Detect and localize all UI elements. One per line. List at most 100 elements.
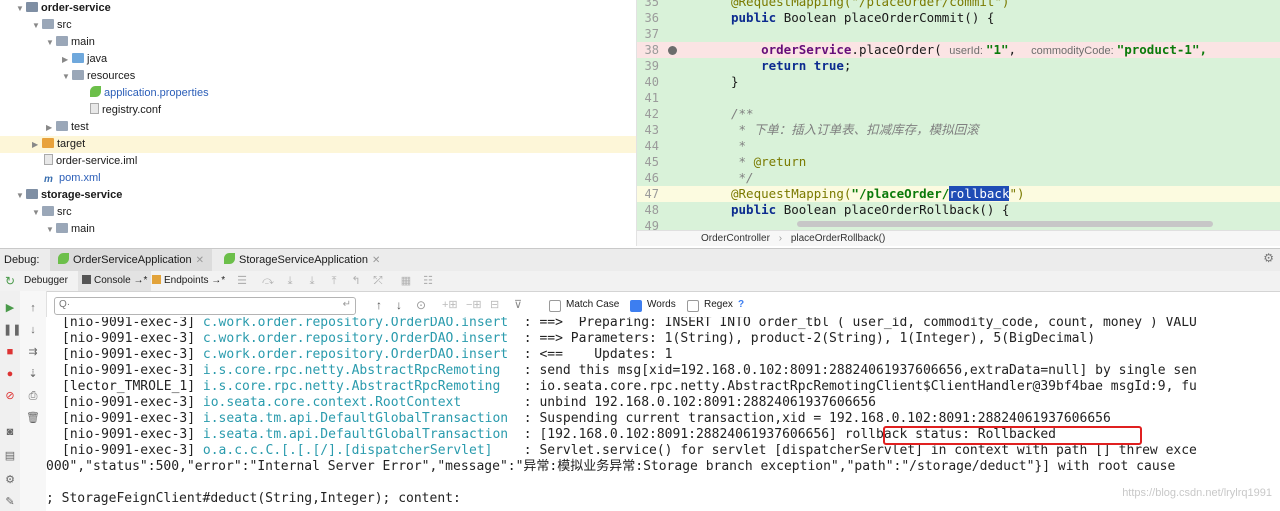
view-breakpoints-icon[interactable]: ● xyxy=(3,367,17,381)
settings-icon[interactable]: ⚙ xyxy=(3,473,17,487)
tree-item[interactable]: ▼ main xyxy=(0,34,636,51)
code-line[interactable]: 40} xyxy=(637,74,1280,90)
run-to-cursor-icon[interactable]: ⤱ xyxy=(372,275,384,287)
log-logger[interactable]: i.seata.tm.api.DefaultGlobalTransaction xyxy=(203,427,516,442)
clear-all-icon[interactable]: 🗑 xyxy=(26,411,40,425)
code-line[interactable]: 46 */ xyxy=(637,170,1280,186)
log-logger[interactable]: i.s.core.rpc.netty.AbstractRpcRemoting xyxy=(203,363,516,378)
select-all-occurrences-icon[interactable]: ⊟ xyxy=(490,298,499,311)
regex-checkbox[interactable] xyxy=(687,300,699,312)
rerun-icon[interactable]: ↻ xyxy=(5,274,15,288)
line-number[interactable]: 42 xyxy=(637,106,659,122)
pause-icon[interactable]: ❚❚ xyxy=(3,323,21,337)
next-occurrence-icon[interactable]: ↓ xyxy=(396,298,402,312)
code-editor[interactable]: 35 @RequestMapping("/placeOrder/commit") 3… xyxy=(636,0,1280,246)
pin-icon[interactable]: ✎ xyxy=(3,495,17,509)
chevron-down-icon[interactable]: ▼ xyxy=(62,68,72,85)
remove-occurrence-icon[interactable]: −⊞ xyxy=(466,298,482,311)
find-all-icon[interactable]: ⊙ xyxy=(416,298,426,312)
line-number[interactable]: 37 xyxy=(637,26,659,42)
tree-item[interactable]: ▼ src xyxy=(0,204,636,221)
line-number[interactable]: 43 xyxy=(637,122,659,138)
line-number[interactable]: 36 xyxy=(637,10,659,26)
words-checkbox[interactable] xyxy=(630,300,642,312)
chevron-down-icon[interactable]: ▼ xyxy=(32,17,42,34)
line-number[interactable]: 35 xyxy=(637,0,659,10)
chevron-down-icon[interactable]: ▼ xyxy=(32,204,42,221)
tab-order-service-application[interactable]: OrderServiceApplication ✕ xyxy=(50,249,213,271)
scroll-to-end-icon[interactable]: ⇣ xyxy=(26,367,40,381)
code-line[interactable]: 48 public Boolean placeOrderRollback() { xyxy=(637,202,1280,218)
search-input[interactable]: Q· ↵ xyxy=(54,297,356,315)
tab-debugger[interactable]: Debugger xyxy=(24,271,68,291)
code-line[interactable]: 39 return true; xyxy=(637,58,1280,74)
code-line[interactable]: 47 @RequestMapping("/placeOrder/rollback"… xyxy=(637,186,1280,202)
code-line[interactable]: 37 xyxy=(637,26,1280,42)
tree-item[interactable]: ▶ target xyxy=(0,136,636,153)
line-number[interactable]: 45 xyxy=(637,154,659,170)
tree-item[interactable]: ▼ storage-service xyxy=(0,187,636,204)
line-number[interactable]: 47 xyxy=(637,186,659,202)
chevron-right-icon[interactable]: ▶ xyxy=(46,119,56,136)
tab-storage-service-application[interactable]: StorageServiceApplication ✕ xyxy=(216,249,388,271)
code-line[interactable]: 41 xyxy=(637,90,1280,106)
chevron-right-icon[interactable]: ▶ xyxy=(32,136,42,153)
filter-icon[interactable]: ⊽ xyxy=(514,298,522,311)
chevron-down-icon[interactable]: ▼ xyxy=(16,0,26,17)
tree-item[interactable]: m pom.xml xyxy=(0,170,636,187)
code-line[interactable]: 43 * 下单：插入订单表、扣减库存，模拟回滚 xyxy=(637,122,1280,138)
regex-help-icon[interactable]: ? xyxy=(738,299,744,310)
code-line[interactable]: 42 /** xyxy=(637,106,1280,122)
stop-icon[interactable]: ■ xyxy=(3,345,17,359)
step-into-icon[interactable]: ⤓ xyxy=(284,275,296,287)
close-icon[interactable]: ✕ xyxy=(372,255,380,266)
drop-frame-icon[interactable]: ↰ xyxy=(350,275,362,287)
console-output[interactable]: [nio-9091-exec-3] c.work.order.repositor… xyxy=(46,317,1280,511)
trace-icon[interactable]: ☷ xyxy=(422,275,434,287)
scroll-up-icon[interactable]: ↑ xyxy=(26,301,40,315)
line-number[interactable]: 44 xyxy=(637,138,659,154)
tree-item[interactable]: order-service.iml xyxy=(0,153,636,170)
chevron-right-icon[interactable]: ▶ xyxy=(62,51,72,68)
previous-occurrence-icon[interactable]: ↑ xyxy=(376,298,382,312)
soft-wrap-icon[interactable]: ⇉ xyxy=(26,345,40,359)
print-icon[interactable]: ⎙ xyxy=(26,389,40,403)
tree-item[interactable]: application.properties xyxy=(0,85,636,102)
line-number[interactable]: 48 xyxy=(637,202,659,218)
mute-breakpoints-icon[interactable]: ⊘ xyxy=(3,389,17,403)
tree-item[interactable]: ▼ resources xyxy=(0,68,636,85)
force-step-into-icon[interactable]: ⤓ xyxy=(306,275,318,287)
log-logger[interactable]: o.a.c.c.C.[.[.[/].[dispatcherServlet] xyxy=(203,443,516,458)
code-line[interactable]: 44 * xyxy=(637,138,1280,154)
newline-icon[interactable]: ↵ xyxy=(343,299,351,310)
camera-icon[interactable]: ◙ xyxy=(3,425,17,439)
close-icon[interactable]: ✕ xyxy=(196,255,204,266)
editor-horizontal-scrollbar[interactable] xyxy=(797,221,1213,227)
breakpoint-icon[interactable] xyxy=(668,46,677,55)
layout-icon[interactable]: ▤ xyxy=(3,449,17,463)
resume-icon[interactable]: ▶ xyxy=(3,301,17,315)
tree-item[interactable]: ▼ src xyxy=(0,17,636,34)
chevron-down-icon[interactable]: ▼ xyxy=(46,221,56,238)
breadcrumb-class[interactable]: OrderController xyxy=(701,233,770,244)
settings-gear-icon[interactable]: ⚙ xyxy=(1263,251,1274,265)
tree-item[interactable]: registry.conf xyxy=(0,102,636,119)
line-number[interactable]: 39 xyxy=(637,58,659,74)
chevron-down-icon[interactable]: ▼ xyxy=(16,187,26,204)
tab-console[interactable]: Console →* xyxy=(78,271,152,291)
scroll-down-icon[interactable]: ↓ xyxy=(26,323,40,337)
step-over-icon[interactable]: ⤼ xyxy=(262,275,274,287)
chevron-down-icon[interactable]: ▼ xyxy=(46,34,56,51)
tree-item[interactable]: ▼ main xyxy=(0,221,636,238)
evaluate-icon[interactable]: ▦ xyxy=(400,275,412,287)
log-logger[interactable]: i.s.core.rpc.netty.AbstractRpcRemoting xyxy=(203,379,516,394)
log-logger[interactable]: i.seata.tm.api.DefaultGlobalTransaction xyxy=(203,411,516,426)
log-logger[interactable]: io.seata.core.context.RootContext xyxy=(203,395,516,410)
log-logger[interactable]: c.work.order.repository.OrderDAO.insert xyxy=(203,317,516,330)
log-logger[interactable]: c.work.order.repository.OrderDAO.insert xyxy=(203,347,516,362)
add-occurrence-icon[interactable]: +⊞ xyxy=(442,298,458,311)
tab-endpoints[interactable]: Endpoints →* xyxy=(152,271,225,291)
line-number[interactable]: 41 xyxy=(637,90,659,106)
breadcrumb-method[interactable]: placeOrderRollback() xyxy=(791,233,885,244)
code-line[interactable]: 45 * @return xyxy=(637,154,1280,170)
